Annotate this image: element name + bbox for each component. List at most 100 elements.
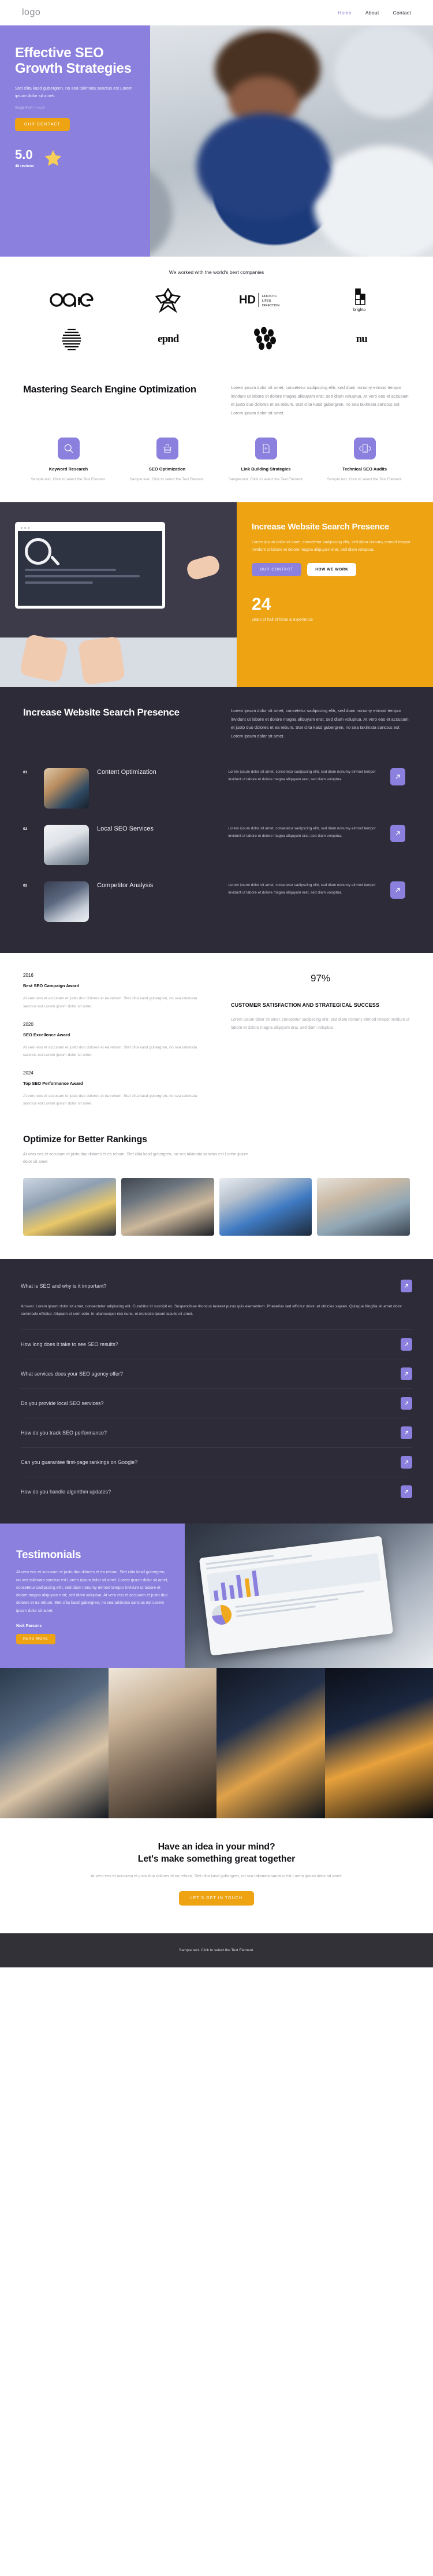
flower-logo	[155, 287, 181, 313]
photo-strip	[0, 1668, 433, 1819]
feature-text: Sample text. Click to select the Text El…	[327, 477, 402, 481]
get-in-touch-button[interactable]: LET'S GET IN TOUCH	[178, 1891, 255, 1906]
service-row[interactable]: 01 Content Optimization Lorem ipsum dolo…	[23, 760, 410, 817]
faq-answer: Answer. Lorem ipsum dolor sit amet, cons…	[21, 1304, 402, 1317]
mastering-copy: Lorem ipsum dolor sit amet, consetetur s…	[231, 385, 409, 416]
hd-logo: HD HOLISTIC LIFES DIRECTION	[239, 293, 279, 307]
faq-header[interactable]: How long does it take to see SEO results…	[21, 1330, 412, 1359]
seo-bag-icon: SEO	[156, 437, 178, 459]
experience-number: 24	[252, 595, 271, 614]
hero-card: Effective SEO Growth Strategies Stet cli…	[0, 25, 150, 257]
presence-dark-title: Increase Website Search Presence	[23, 706, 180, 718]
striped-circle-logo	[62, 328, 81, 351]
gallery-image-team-meeting[interactable]	[23, 1177, 116, 1236]
nav-link-about[interactable]: About	[365, 10, 379, 16]
service-copy: Lorem ipsum dolor sit amet, consetetur s…	[228, 883, 376, 895]
faq-item: How do you handle algorithm updates?	[21, 1477, 412, 1506]
svg-text:DIRECTION: DIRECTION	[262, 304, 279, 307]
gallery-image-analytics-dashboard[interactable]	[219, 1177, 312, 1236]
document-link-icon	[255, 437, 277, 459]
faq-item: How long does it take to see SEO results…	[21, 1330, 412, 1360]
arrow-up-right-icon[interactable]	[401, 1456, 412, 1469]
feature-name: Link Building Strategies	[241, 466, 291, 472]
faq-header[interactable]: How do you track SEO performance?	[21, 1418, 412, 1447]
faq-question: Can you guarantee first-page rankings on…	[21, 1459, 138, 1466]
hero-title: Effective SEO Growth Strategies	[15, 45, 132, 77]
award-name: Best SEO Campaign Award	[23, 983, 80, 989]
arrow-up-right-icon[interactable]	[390, 881, 405, 899]
faq-item: How do you track SEO performance?	[21, 1418, 412, 1448]
nav-link-contact[interactable]: Contact	[393, 10, 411, 16]
feature-seo-optimization[interactable]: SEO SEO Optimization Sample text. Click …	[122, 437, 212, 483]
arrow-up-right-icon[interactable]	[401, 1279, 412, 1292]
presence-dark-copy: Lorem ipsum dolor sit amet, consetetur s…	[231, 707, 409, 739]
cta-line-1: Have an idea in your mind?	[158, 1842, 275, 1852]
faq-question: Do you provide local SEO services?	[21, 1400, 104, 1407]
faq-header[interactable]: What is SEO and why is it important?	[21, 1272, 412, 1300]
service-title: Competitor Analysis	[97, 882, 154, 889]
arrow-up-right-icon[interactable]	[401, 1367, 412, 1381]
service-row[interactable]: 03 Competitor Analysis Lorem ipsum dolor…	[23, 873, 410, 930]
dots-logo	[253, 327, 276, 350]
feature-text: Sample text. Click to select the Text El…	[31, 477, 106, 481]
our-contact-button[interactable]: OUR CONTACT	[252, 563, 302, 577]
how-we-work-button[interactable]: HOW WE WORK	[307, 563, 357, 577]
award-text: At vero eos et accusam et justo duo dolo…	[23, 1094, 197, 1106]
experience-caption: years of hall of fame & experience	[252, 618, 313, 622]
faq-header[interactable]: How do you handle algorithm updates?	[21, 1477, 412, 1506]
star-icon	[44, 150, 62, 166]
testimonials-section: Testimonials At vero eos et accusam et j…	[0, 1524, 433, 1669]
feature-name: Technical SEO Audits	[342, 466, 387, 472]
feature-link-building[interactable]: Link Building Strategies Sample text. Cl…	[221, 437, 311, 483]
arrow-up-right-icon[interactable]	[390, 825, 405, 843]
hero-subtitle: Stet clita kasd gubergren, no sea takima…	[15, 86, 133, 99]
feature-keyword-research[interactable]: Keyword Research Sample text. Click to s…	[23, 437, 114, 483]
service-row[interactable]: 02 Local SEO Services Lorem ipsum dolor …	[23, 817, 410, 873]
arrow-up-right-icon[interactable]	[401, 1426, 412, 1440]
tablet-graphic	[199, 1536, 394, 1656]
nu-logo: nu	[356, 333, 368, 345]
brand-logo-striped-circle	[59, 327, 84, 351]
gallery-section: Optimize for Better Rankings At vero eos…	[0, 1131, 433, 1259]
magnifier-icon	[57, 437, 80, 459]
brand-logo-hd: HD HOLISTIC LIFES DIRECTION	[239, 288, 291, 312]
testimonial-quote: At vero eos et accusam et justo duo dolo…	[16, 1570, 169, 1613]
tablet-photo	[185, 1524, 433, 1669]
brand-grid: HD HOLISTIC LIFES DIRECTION brighto epnd…	[0, 287, 433, 351]
gallery-image-man-with-laptop[interactable]	[121, 1177, 214, 1236]
hero-rating: 5.0 48 reviews	[15, 149, 135, 168]
arrow-up-right-icon[interactable]	[401, 1485, 412, 1499]
read-more-button[interactable]: READ MORE	[16, 1634, 55, 1645]
svg-text:LIFES: LIFES	[262, 299, 271, 303]
mobile-signal-icon	[353, 437, 376, 459]
arrow-up-right-icon[interactable]	[390, 768, 405, 786]
faq-header[interactable]: What services does your SEO agency offer…	[21, 1359, 412, 1388]
mastering-title: Mastering Search Engine Optimization	[23, 384, 196, 395]
nav-link-home[interactable]: Home	[338, 10, 352, 16]
arrow-up-right-icon[interactable]	[401, 1397, 412, 1410]
feature-name: Keyword Research	[48, 466, 88, 472]
faq-header[interactable]: Do you provide local SEO services?	[21, 1389, 412, 1418]
faq-header[interactable]: Can you guarantee first-page rankings on…	[21, 1448, 412, 1477]
feature-technical-audits[interactable]: Technical SEO Audits Sample text. Click …	[319, 437, 410, 483]
faq-item: Can you guarantee first-page rankings on…	[21, 1448, 412, 1478]
hero-contact-button[interactable]: OUR CONTACT	[15, 118, 70, 132]
monitor-graphic	[15, 521, 165, 609]
gallery-image-colleagues-laughing[interactable]	[317, 1177, 410, 1236]
brand-logo-flower	[155, 287, 181, 313]
brands-section: We worked with the world's best companie…	[0, 257, 433, 368]
faq-question: What is SEO and why is it important?	[21, 1283, 107, 1289]
svg-text:SEO: SEO	[165, 449, 170, 451]
testimonial-author: Nick Parsons	[16, 1624, 42, 1629]
arrow-up-right-icon[interactable]	[401, 1338, 412, 1351]
award-year: 2016	[23, 973, 33, 978]
faq-section: What is SEO and why is it important? Ans…	[0, 1258, 433, 1524]
brand-logo-dots	[251, 327, 279, 351]
testimonial-card: Testimonials At vero eos et accusam et j…	[0, 1524, 185, 1669]
image-credit-source[interactable]: Freepik	[33, 106, 45, 110]
presence-yellow-copy: Lorem ipsum dolor sit amet, consetetur s…	[252, 540, 411, 552]
feature-name: SEO Optimization	[148, 466, 186, 472]
site-logo[interactable]: logo	[22, 8, 40, 18]
brand-logo-brighto: brighto	[348, 288, 375, 312]
satisfaction-percent: 97%	[310, 973, 331, 984]
